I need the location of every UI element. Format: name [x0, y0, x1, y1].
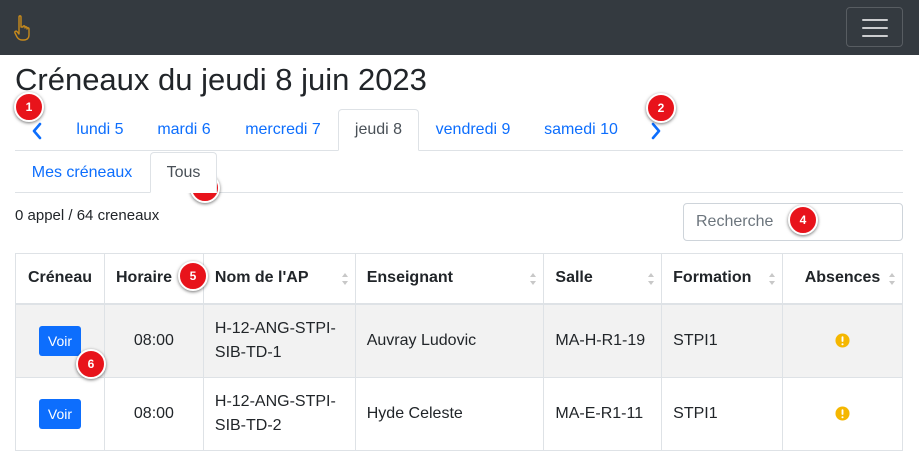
sort-icon[interactable] — [529, 271, 537, 287]
cell-enseignant: Auvray Ludovic — [354, 303, 545, 378]
cell-salle: MA-H-R1-19 — [543, 303, 663, 378]
cell-absences — [782, 303, 903, 378]
page-title: Créneaux du jeudi 8 juin 2023 — [15, 62, 427, 97]
pointing-hand-icon[interactable] — [12, 14, 34, 42]
warning-icon — [835, 406, 850, 421]
column-header-absences[interactable]: Absences — [782, 253, 903, 305]
sort-icon[interactable] — [768, 271, 776, 287]
annotation-marker-2: 2 — [646, 93, 676, 123]
column-header-creneau: Créneau — [15, 253, 105, 305]
cell-horaire: 08:00 — [103, 303, 204, 378]
column-header-enseignant[interactable]: Enseignant — [354, 253, 545, 305]
voir-button[interactable]: Voir — [38, 325, 82, 356]
cell-formation: STPI1 — [661, 377, 784, 451]
tab-day-vendredi[interactable]: vendredi 9 — [422, 109, 524, 151]
warning-icon — [835, 333, 850, 348]
cell-nom-ap: H-12-ANG-STPI- SIB-TD-1 — [202, 303, 356, 378]
annotation-marker-6: 6 — [76, 349, 106, 379]
column-header-nom-ap[interactable]: Nom de l'AP — [202, 253, 356, 305]
filter-tabs-divider — [15, 192, 903, 193]
cell-salle: MA-E-R1-11 — [543, 377, 663, 451]
menu-toggle-button[interactable] — [846, 7, 903, 47]
annotation-marker-4: 4 — [788, 205, 818, 235]
tab-day-samedi[interactable]: samedi 10 — [530, 109, 632, 151]
tab-day-lundi[interactable]: lundi 5 — [62, 109, 138, 151]
cell-creneau: Voir — [15, 377, 105, 451]
sort-icon[interactable] — [888, 271, 896, 287]
table-row: Voir 08:00 H-12-ANG-STPI- SIB-TD-1 Auvray… — [15, 303, 903, 378]
tab-day-jeudi[interactable]: jeudi 8 — [338, 109, 419, 151]
cell-formation: STPI1 — [661, 303, 784, 378]
cell-nom-ap: H-12-ANG-STPI- SIB-TD-2 — [202, 377, 356, 451]
tab-tous[interactable]: Tous — [150, 152, 217, 193]
cell-absences — [782, 377, 903, 451]
annotation-marker-5: 5 — [178, 261, 208, 291]
column-header-salle[interactable]: Salle — [543, 253, 663, 305]
sort-icon[interactable] — [647, 271, 655, 287]
slots-table: Créneau Horaire Nom de l'AP Enseignant S… — [15, 253, 903, 451]
table-header-row: Créneau Horaire Nom de l'AP Enseignant S… — [15, 253, 903, 305]
day-tabs-divider — [15, 150, 903, 151]
tab-day-mercredi[interactable]: mercredi 7 — [232, 109, 334, 151]
table-row: Voir 08:00 H-12-ANG-STPI- SIB-TD-2 Hyde C… — [15, 377, 903, 451]
tab-mes-creneaux[interactable]: Mes créneaux — [19, 152, 145, 193]
tab-day-mardi[interactable]: mardi 6 — [143, 109, 225, 151]
slot-count-summary: 0 appel / 64 creneaux — [15, 207, 160, 224]
cell-enseignant: Hyde Celeste — [354, 377, 545, 451]
column-header-formation[interactable]: Formation — [661, 253, 784, 305]
top-navbar — [0, 0, 919, 55]
cell-horaire: 08:00 — [103, 377, 204, 451]
annotation-marker-1: 1 — [14, 92, 44, 122]
voir-button[interactable]: Voir — [38, 399, 82, 429]
sort-icon[interactable] — [341, 271, 349, 287]
